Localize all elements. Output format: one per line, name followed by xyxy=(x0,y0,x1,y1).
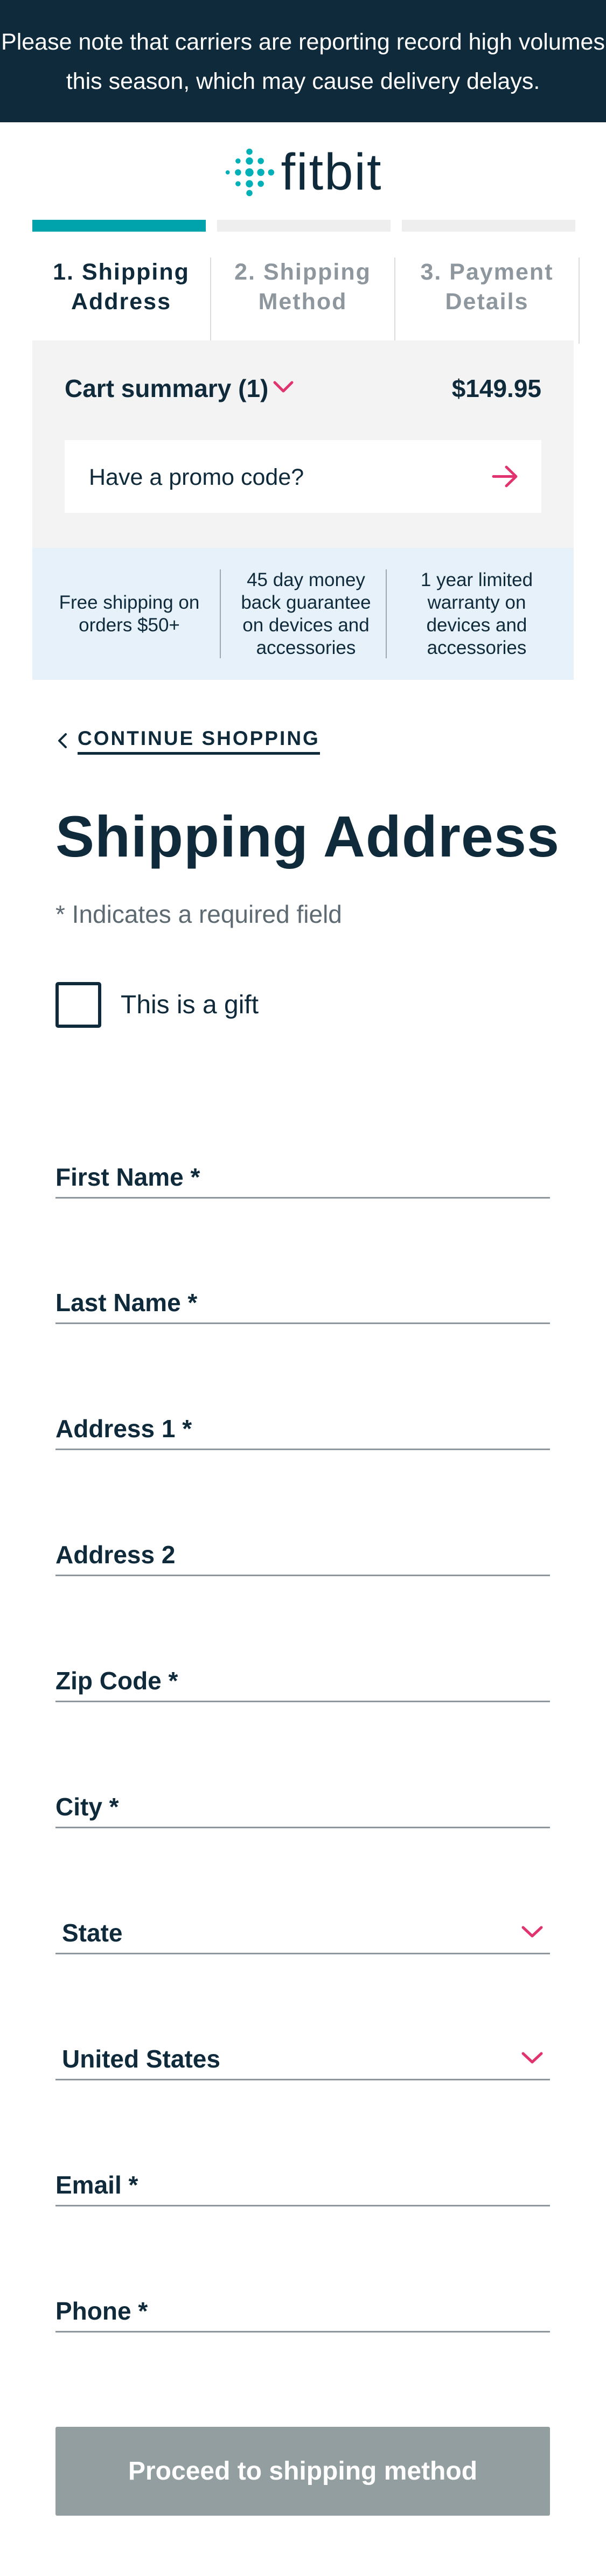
state-select-value: State xyxy=(62,1919,123,1947)
required-field-note: * Indicates a required field xyxy=(55,900,342,928)
step-1-shipping-address: 1. Shipping Address xyxy=(32,257,210,317)
promo-code-label: Have a promo code? xyxy=(89,464,304,490)
logo-wordmark: fitbit xyxy=(281,143,382,201)
phone-label: Phone * xyxy=(55,2297,148,2325)
delivery-notice-banner: Please note that carriers are reporting … xyxy=(0,0,606,122)
continue-shopping-link[interactable]: CONTINUE SHOPPING xyxy=(55,725,320,757)
step-2-progress-bar xyxy=(217,220,391,232)
state-select[interactable]: State xyxy=(55,1911,550,1954)
page-title: Shipping Address xyxy=(55,804,560,869)
perk-divider xyxy=(220,569,221,658)
step-3-line2: Details xyxy=(445,289,529,315)
step-3-progress-bar xyxy=(402,220,575,232)
country-select[interactable]: United States xyxy=(55,2037,550,2080)
fitbit-dots-icon xyxy=(226,148,275,197)
cart-total-price: $149.95 xyxy=(451,374,541,402)
city-label: City * xyxy=(55,1793,119,1821)
address2-field[interactable]: Address 2 xyxy=(55,1533,550,1576)
chevron-down-icon[interactable] xyxy=(270,374,296,400)
perk-money-back: 45 day money back guarantee on devices a… xyxy=(241,569,371,658)
step-3-line1: 3. Payment xyxy=(420,259,554,285)
delivery-notice-text: Please note that carriers are reporting … xyxy=(1,29,605,94)
zip-code-field[interactable]: Zip Code * xyxy=(55,1659,550,1702)
step-2-line1: 2. Shipping xyxy=(234,259,371,285)
chevron-down-icon xyxy=(521,2052,543,2064)
step-divider xyxy=(579,257,580,344)
step-2-line2: Method xyxy=(258,289,347,315)
step-1-line1: 1. Shipping xyxy=(53,259,190,285)
gift-checkbox[interactable] xyxy=(55,982,101,1028)
gift-option[interactable]: This is a gift xyxy=(55,982,259,1028)
zip-code-label: Zip Code * xyxy=(55,1667,178,1695)
arrow-right-icon xyxy=(492,465,518,488)
gift-checkbox-label[interactable]: This is a gift xyxy=(121,990,259,1020)
phone-field[interactable]: Phone * xyxy=(55,2289,550,2333)
last-name-field[interactable]: Last Name * xyxy=(55,1281,550,1324)
cart-summary-toggle[interactable]: Cart summary (1) xyxy=(65,374,268,403)
chevron-down-icon xyxy=(521,1926,543,1938)
perk-divider xyxy=(386,569,387,658)
perk-free-shipping: Free shipping on orders $50+ xyxy=(59,591,200,636)
step-2-shipping-method: 2. Shipping Method xyxy=(211,257,394,317)
first-name-label: First Name * xyxy=(55,1163,200,1191)
address1-label: Address 1 * xyxy=(55,1415,192,1443)
perk-warranty: 1 year limited warranty on devices and a… xyxy=(420,569,533,658)
email-label: Email * xyxy=(55,2171,138,2199)
checkout-progress: 1. Shipping Address 2. Shipping Method 3… xyxy=(32,220,580,344)
city-field[interactable]: City * xyxy=(55,1785,550,1828)
promo-code-button[interactable]: Have a promo code? xyxy=(65,440,541,513)
country-select-value: United States xyxy=(62,2045,220,2073)
first-name-field[interactable]: First Name * xyxy=(55,1155,550,1199)
step-1-progress-bar xyxy=(32,220,206,232)
continue-shopping-label: CONTINUE SHOPPING xyxy=(78,727,320,755)
cart-summary: Cart summary (1) $149.95 Have a promo co… xyxy=(32,340,574,548)
address2-label: Address 2 xyxy=(55,1541,176,1569)
step-1-line2: Address xyxy=(71,289,172,315)
proceed-to-shipping-method-button[interactable]: Proceed to shipping method xyxy=(55,2427,550,2516)
chevron-left-icon xyxy=(58,733,67,748)
last-name-label: Last Name * xyxy=(55,1289,198,1317)
address1-field[interactable]: Address 1 * xyxy=(55,1407,550,1450)
perks-bar: Free shipping on orders $50+ 45 day mone… xyxy=(32,548,574,680)
step-3-payment-details: 3. Payment Details xyxy=(395,257,579,317)
email-field[interactable]: Email * xyxy=(55,2163,550,2206)
fitbit-logo[interactable]: fitbit xyxy=(0,140,606,205)
